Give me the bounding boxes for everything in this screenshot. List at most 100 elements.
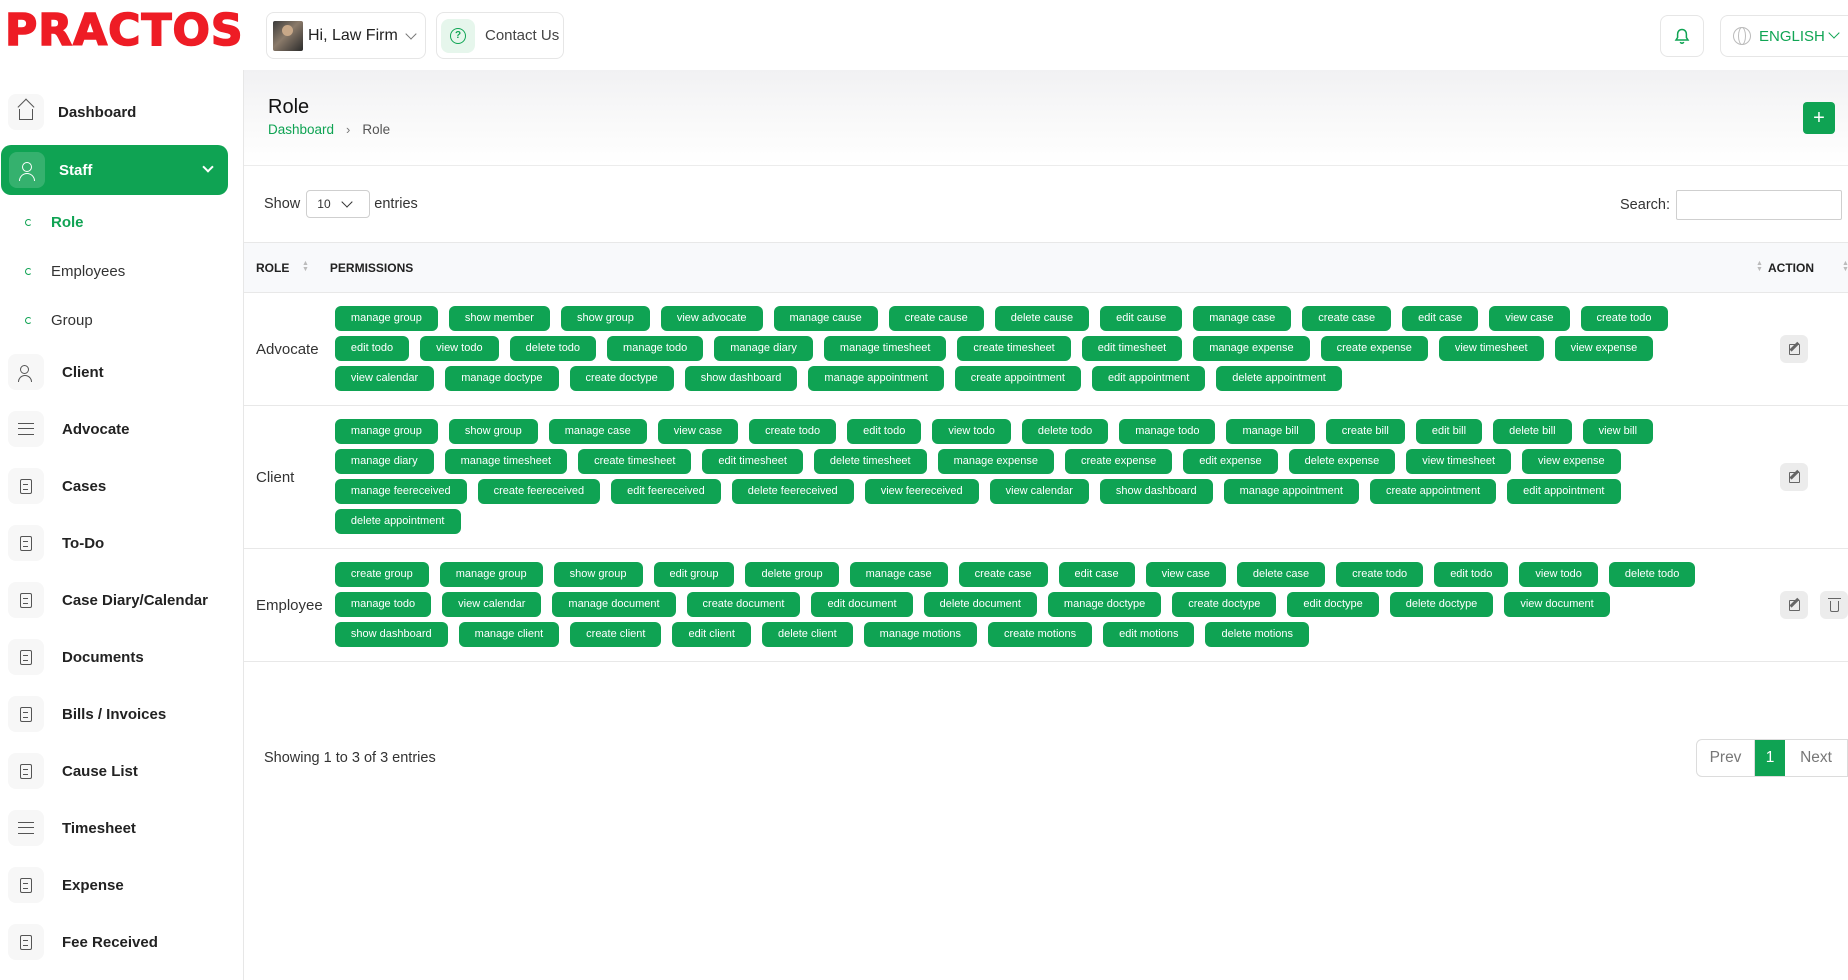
sidebar-item-case-diary[interactable]: Case Diary/Calendar bbox=[0, 576, 244, 624]
sidebar-item-bills[interactable]: Bills / Invoices bbox=[0, 690, 244, 738]
sidebar-subitem-employees[interactable]: Employees bbox=[0, 254, 244, 288]
contact-us-button[interactable]: ? Contact Us bbox=[436, 12, 564, 59]
next-page-button[interactable]: Next bbox=[1785, 740, 1847, 776]
edit-role-button[interactable] bbox=[1780, 335, 1808, 363]
sidebar-subitem-group[interactable]: Group bbox=[0, 303, 244, 337]
sidebar-subitem-role[interactable]: Role bbox=[0, 205, 244, 239]
permissions-cell: create group manage group show group edit g… bbox=[328, 548, 1768, 662]
receipt-icon bbox=[8, 867, 44, 903]
permission-badge: manage timesheet bbox=[823, 336, 947, 361]
add-role-button[interactable]: + bbox=[1803, 102, 1835, 134]
sidebar: Dashboard Staff Role Employees Group Cli… bbox=[0, 70, 244, 980]
help-circle-icon: ? bbox=[441, 18, 475, 53]
permission-badge: create appointment bbox=[954, 366, 1081, 391]
permission-badge: view timesheet bbox=[1438, 336, 1544, 361]
permission-badge: manage document bbox=[552, 592, 676, 617]
edit-role-button[interactable] bbox=[1780, 591, 1808, 619]
brand-logo[interactable]: PRACTOS bbox=[4, 2, 244, 60]
roles-table: ROLE ▲ ▼ PERMISSIONS ▲ ▼ ACTION ▲ ▼ Advocat… bbox=[244, 242, 1848, 662]
column-header-action[interactable]: ACTION ▲ ▼ bbox=[1768, 242, 1848, 293]
permission-badge: edit appointment bbox=[1091, 366, 1206, 391]
permission-badge: create feereceived bbox=[477, 479, 601, 504]
delete-role-button[interactable] bbox=[1820, 591, 1848, 619]
permission-badge: edit case bbox=[1402, 306, 1479, 331]
language-label: ENGLISH bbox=[1759, 27, 1825, 45]
permission-badge: delete feereceived bbox=[731, 479, 854, 504]
sidebar-item-documents[interactable]: Documents bbox=[0, 633, 244, 681]
sidebar-subitem-label: Employees bbox=[51, 262, 126, 280]
permission-badge: manage case bbox=[849, 562, 948, 587]
list-check-icon bbox=[8, 411, 44, 447]
edit-icon bbox=[1788, 343, 1800, 355]
user-menu[interactable]: Hi, Law Firm bbox=[266, 12, 426, 59]
permission-badge: delete document bbox=[923, 592, 1037, 617]
permission-badge: delete client bbox=[761, 622, 853, 647]
sidebar-item-timesheet[interactable]: Timesheet bbox=[0, 804, 244, 852]
sidebar-item-label: Dashboard bbox=[58, 103, 137, 121]
sidebar-item-client[interactable]: Client bbox=[0, 348, 244, 396]
page-1-button[interactable]: 1 bbox=[1755, 740, 1785, 776]
file-icon bbox=[8, 468, 44, 504]
sidebar-item-label: To-Do bbox=[62, 534, 105, 552]
permission-badge: delete bill bbox=[1493, 419, 1572, 444]
notifications-button[interactable] bbox=[1660, 15, 1704, 57]
sidebar-item-dashboard[interactable]: Dashboard bbox=[0, 88, 244, 136]
table-controls: Show 10 entries Search: bbox=[244, 186, 1848, 226]
sidebar-item-label: Cases bbox=[62, 477, 107, 495]
permission-badge: create appointment bbox=[1369, 479, 1497, 504]
copy-icon bbox=[8, 639, 44, 675]
sidebar-item-fee-received[interactable]: Fee Received bbox=[0, 918, 244, 966]
permission-badge: manage group bbox=[334, 419, 438, 444]
sidebar-item-todo[interactable]: To-Do bbox=[0, 519, 244, 567]
permission-badge: edit feereceived bbox=[611, 479, 721, 504]
permission-badge: create doctype bbox=[1172, 592, 1277, 617]
search-input[interactable] bbox=[1676, 190, 1842, 220]
sidebar-item-advocate[interactable]: Advocate bbox=[0, 405, 244, 453]
permission-badge: create todo bbox=[749, 419, 837, 444]
permission-badge: manage diary bbox=[714, 336, 813, 361]
invoice-icon bbox=[8, 696, 44, 732]
permission-badge: manage expense bbox=[937, 449, 1055, 474]
bullet-icon bbox=[25, 267, 32, 275]
edit-icon bbox=[1788, 599, 1800, 611]
permission-badge: manage client bbox=[458, 622, 560, 647]
sidebar-item-cause-list[interactable]: Cause List bbox=[0, 747, 244, 795]
sidebar-item-expense[interactable]: Expense bbox=[0, 861, 244, 909]
permission-badge: delete group bbox=[745, 562, 839, 587]
permission-badge: edit group bbox=[653, 562, 735, 587]
breadcrumb: Dashboard › Role bbox=[268, 122, 390, 137]
search-label: Search: bbox=[1620, 197, 1670, 213]
permission-badge: create timesheet bbox=[957, 336, 1071, 361]
permission-list: manage group show group manage case view ca… bbox=[334, 417, 1735, 537]
permission-badge: create motions bbox=[988, 622, 1093, 647]
sidebar-subitem-label: Role bbox=[51, 213, 84, 231]
permission-badge: manage todo bbox=[607, 336, 704, 361]
permission-badge: create timesheet bbox=[578, 449, 692, 474]
bullet-icon bbox=[25, 218, 32, 226]
permission-badge: edit timesheet bbox=[1081, 336, 1183, 361]
language-selector[interactable]: ENGLISH bbox=[1720, 15, 1848, 57]
edit-role-button[interactable] bbox=[1780, 463, 1808, 491]
permission-badge: edit timesheet bbox=[702, 449, 803, 474]
sidebar-item-label: Bills / Invoices bbox=[62, 705, 167, 723]
show-label: Show bbox=[264, 196, 301, 212]
permission-badge: view expense bbox=[1522, 449, 1621, 474]
breadcrumb-dashboard-link[interactable]: Dashboard bbox=[268, 122, 334, 137]
sidebar-item-cases[interactable]: Cases bbox=[0, 462, 244, 510]
permission-badge: show group bbox=[553, 562, 643, 587]
permission-badge: edit appointment bbox=[1507, 479, 1621, 504]
column-header-role[interactable]: ROLE ▲ ▼ bbox=[244, 242, 329, 293]
entries-select[interactable]: 10 bbox=[306, 190, 371, 218]
prev-page-button[interactable]: Prev bbox=[1697, 740, 1755, 776]
permission-badge: manage appointment bbox=[1223, 479, 1359, 504]
role-name: Employee bbox=[244, 548, 329, 662]
sidebar-item-staff[interactable]: Staff bbox=[1, 145, 228, 195]
permission-badge: manage group bbox=[439, 562, 543, 587]
sort-icon: ▲ ▼ bbox=[302, 260, 309, 273]
permission-badge: edit case bbox=[1058, 562, 1135, 587]
permission-badge: manage doctype bbox=[445, 366, 559, 391]
permissions-cell: manage group show member show group view ad… bbox=[328, 292, 1768, 406]
sidebar-item-label: Client bbox=[62, 363, 104, 381]
column-header-permissions[interactable]: PERMISSIONS ▲ ▼ bbox=[328, 242, 1768, 293]
permission-badge: create todo bbox=[1336, 562, 1424, 587]
